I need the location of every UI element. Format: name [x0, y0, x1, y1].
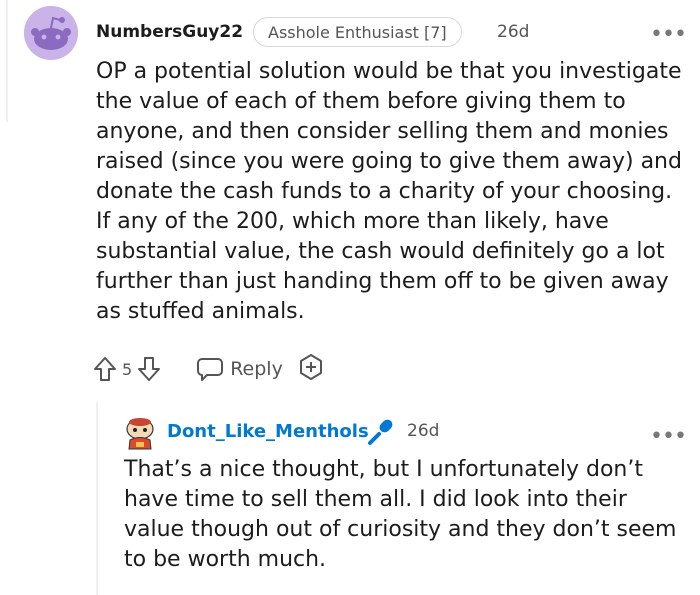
upvote-icon[interactable]	[92, 355, 118, 383]
comment-author[interactable]: NumbersGuy22	[96, 22, 243, 42]
reply-body: That’s a nice thought, but I unfortunate…	[124, 457, 677, 572]
reply-timestamp[interactable]: 26d	[407, 421, 439, 441]
award-icon	[299, 354, 322, 380]
reply-avatar[interactable]	[124, 416, 156, 450]
snoo-icon	[24, 6, 78, 60]
comment-actions: 5 Reply	[92, 352, 325, 386]
microphone-icon	[368, 419, 393, 445]
reply-button[interactable]: Reply	[196, 356, 283, 382]
comment-body: OP a potential solution would be that yo…	[96, 59, 682, 324]
reply-author[interactable]: Dont_Like_Menthols	[167, 421, 369, 442]
snoo-avatar-icon	[126, 418, 154, 450]
more-options-icon[interactable]: •••	[650, 24, 687, 46]
downvote-icon[interactable]	[136, 355, 162, 383]
user-flair: Asshole Enthusiast [7]	[253, 17, 462, 47]
vote-group: 5	[92, 355, 162, 383]
comment-timestamp[interactable]: 26d	[497, 22, 529, 42]
award-button[interactable]	[297, 353, 325, 385]
reply-label: Reply	[230, 358, 283, 380]
comment-bubble-icon	[197, 358, 224, 381]
thread-border	[6, 0, 8, 122]
vote-count: 5	[122, 359, 133, 379]
reply-more-options-icon[interactable]: •••	[650, 426, 687, 448]
user-avatar[interactable]	[24, 6, 78, 60]
thread-line[interactable]	[96, 402, 98, 595]
